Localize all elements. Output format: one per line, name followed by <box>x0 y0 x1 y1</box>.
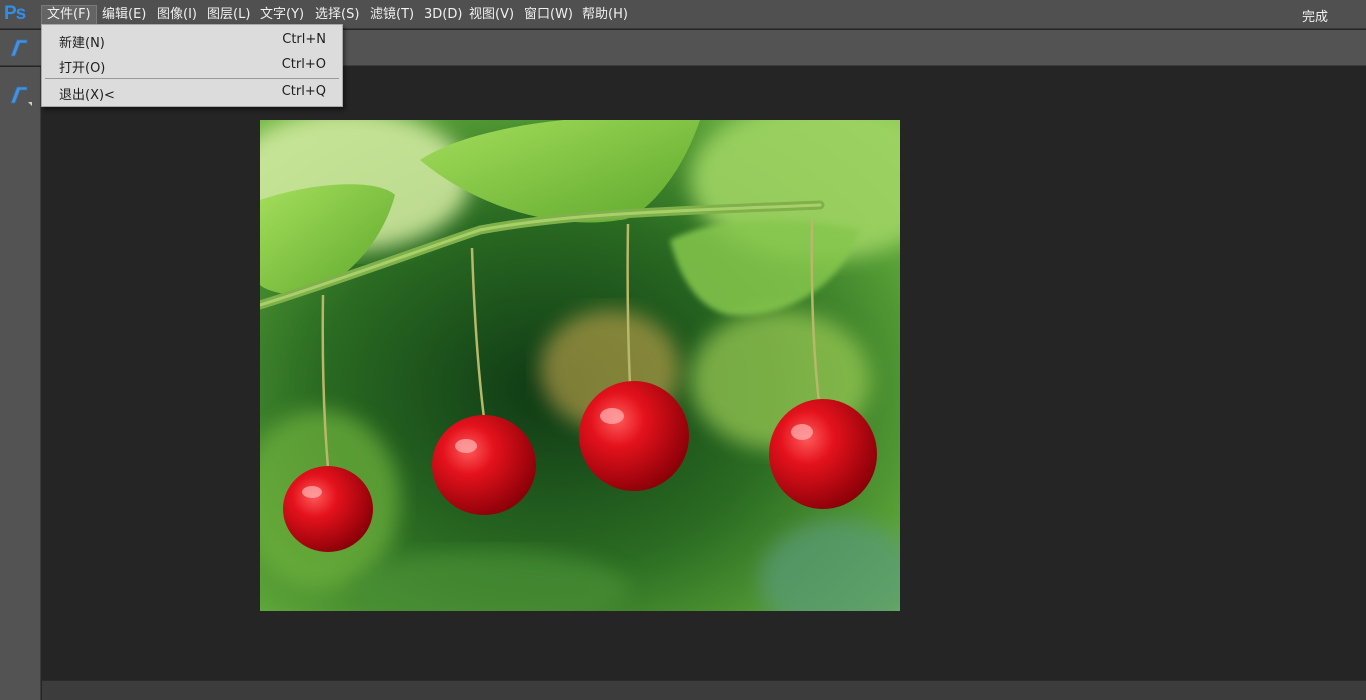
status-bar <box>42 680 1366 700</box>
ps-logo: Ps <box>4 3 26 24</box>
menu-item-shortcut: Ctrl+O <box>281 57 326 72</box>
type-tool-icon[interactable] <box>7 83 33 107</box>
menu-item-label: 打开(O) <box>59 61 106 76</box>
menu-layer[interactable]: 图层(L) <box>202 5 255 25</box>
menu-select[interactable]: 选择(S) <box>310 5 364 25</box>
canvas-image[interactable] <box>260 120 900 611</box>
menu-item-new[interactable]: 新建(N) Ctrl+N <box>42 29 342 51</box>
menu-divider <box>45 78 339 79</box>
menu-3d[interactable]: 3D(D) <box>419 5 467 25</box>
menu-item-label: 退出(X)< <box>59 88 115 103</box>
photo-editor-app: Ps 文件(F) 编辑(E) 图像(I) 图层(L) 文字(Y) 选择(S) 滤… <box>0 0 1366 700</box>
menu-item-open[interactable]: 打开(O) Ctrl+O <box>42 54 342 76</box>
menu-help[interactable]: 帮助(H) <box>577 5 633 25</box>
menu-edit[interactable]: 编辑(E) <box>97 5 151 25</box>
menu-type[interactable]: 文字(Y) <box>255 5 309 25</box>
menu-filter[interactable]: 滤镜(T) <box>365 5 419 25</box>
menu-item-shortcut: Ctrl+Q <box>281 84 326 99</box>
done-button[interactable]: 完成 <box>1302 6 1328 25</box>
menu-image[interactable]: 图像(I) <box>152 5 202 25</box>
menu-item-exit[interactable]: 退出(X)< Ctrl+Q <box>42 81 342 103</box>
menu-file[interactable]: 文件(F) <box>41 5 97 25</box>
menu-item-shortcut: Ctrl+N <box>282 32 326 47</box>
menu-view[interactable]: 视图(V) <box>464 5 519 25</box>
file-menu-dropdown: 新建(N) Ctrl+N 打开(O) Ctrl+O 退出(X)< Ctrl+Q <box>41 24 343 107</box>
type-tool-icon[interactable] <box>7 36 31 60</box>
menu-window[interactable]: 窗口(W) <box>519 5 578 25</box>
menu-item-label: 新建(N) <box>59 36 105 51</box>
tools-panel <box>0 67 41 700</box>
